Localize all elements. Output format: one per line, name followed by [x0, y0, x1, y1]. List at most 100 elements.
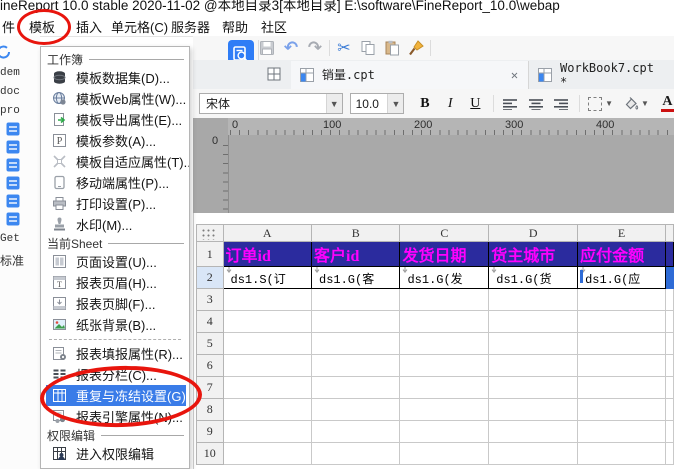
- empty-cell[interactable]: [222, 354, 313, 377]
- cell-a1[interactable]: 订单id: [222, 241, 313, 267]
- empty-cell[interactable]: [577, 376, 666, 399]
- redo-icon[interactable]: ↷: [305, 38, 325, 58]
- empty-cell[interactable]: [310, 376, 401, 399]
- empty-cell[interactable]: [399, 354, 490, 377]
- empty-cell[interactable]: [488, 420, 579, 443]
- cell-d1[interactable]: 货主城市: [488, 241, 579, 267]
- menu-item-export-attributes[interactable]: 模板导出属性(E)...: [41, 109, 189, 130]
- font-color-button[interactable]: A: [660, 95, 674, 112]
- empty-cell[interactable]: [488, 332, 579, 355]
- empty-cell[interactable]: [399, 288, 490, 311]
- empty-cell[interactable]: [488, 354, 579, 377]
- cpt-file-icon[interactable]: [6, 122, 20, 136]
- empty-cell[interactable]: [577, 420, 666, 443]
- cpt-file-icon[interactable]: [6, 140, 20, 154]
- underline-button[interactable]: U: [467, 94, 484, 113]
- cell-a2[interactable]: ds1.S(订: [222, 266, 313, 289]
- tree-item-partial[interactable]: dem: [0, 67, 20, 79]
- cell-e2[interactable]: ds1.G(应: [577, 266, 666, 289]
- tab-sales-cpt[interactable]: 销量.cpt ✕: [290, 60, 530, 89]
- empty-cell[interactable]: [222, 420, 313, 443]
- menu-item-web-attributes[interactable]: 模板Web属性(W)...: [41, 88, 189, 109]
- empty-cell[interactable]: [310, 420, 401, 443]
- empty-cell[interactable]: [222, 332, 313, 355]
- undo-icon[interactable]: ↶: [281, 38, 301, 58]
- menu-item-parameters[interactable]: P 模板参数(A)...: [41, 130, 189, 151]
- empty-cell[interactable]: [488, 288, 579, 311]
- align-left-icon[interactable]: [501, 94, 520, 114]
- cell-e1[interactable]: 应付金额: [577, 241, 666, 267]
- row-header-8[interactable]: 8: [196, 398, 224, 421]
- menu-item-report-header[interactable]: T 报表页眉(H)...: [41, 272, 189, 293]
- empty-cell[interactable]: [310, 354, 401, 377]
- row-header-5[interactable]: 5: [196, 332, 224, 355]
- menu-item-page-setup[interactable]: 页面设置(U)...: [41, 251, 189, 272]
- paste-icon[interactable]: [382, 38, 402, 58]
- cpt-file-icon[interactable]: [6, 176, 20, 190]
- cell-c2[interactable]: ds1.G(发: [399, 266, 490, 289]
- column-header-c[interactable]: C: [399, 224, 490, 242]
- empty-cell[interactable]: [399, 398, 490, 421]
- empty-cell[interactable]: [577, 398, 666, 421]
- menu-item-mobile-attributes[interactable]: 移动端属性(P)...: [41, 172, 189, 193]
- empty-cell[interactable]: [577, 310, 666, 333]
- cell-d2[interactable]: ds1.G(货: [488, 266, 579, 289]
- row-header-2[interactable]: 2: [196, 266, 224, 289]
- cell-b2[interactable]: ds1.G(客: [310, 266, 401, 289]
- cell-c1[interactable]: 发货日期: [399, 241, 490, 267]
- cpt-file-icon[interactable]: [6, 194, 20, 208]
- menu-item-adaptive-attributes[interactable]: 模板自适应属性(T)...: [41, 151, 189, 172]
- tree-item-partial[interactable]: 标准: [0, 252, 24, 269]
- empty-cell[interactable]: [222, 376, 313, 399]
- fill-color-button[interactable]: ▼: [623, 96, 649, 111]
- row-header-6[interactable]: 6: [196, 354, 224, 377]
- menu-item-server[interactable]: 服务器: [171, 17, 210, 36]
- font-family-select[interactable]: 宋体 ▼: [199, 93, 343, 114]
- empty-cell[interactable]: [399, 332, 490, 355]
- empty-cell[interactable]: [488, 310, 579, 333]
- empty-cell[interactable]: [310, 310, 401, 333]
- save-icon[interactable]: [257, 38, 277, 58]
- empty-cell[interactable]: [310, 442, 401, 465]
- menu-item-enter-permission-edit[interactable]: 进入权限编辑: [41, 443, 189, 464]
- menu-item-watermark[interactable]: 水印(M)...: [41, 214, 189, 235]
- column-header-d[interactable]: D: [488, 224, 579, 242]
- empty-cell[interactable]: [577, 288, 666, 311]
- empty-cell[interactable]: [399, 310, 490, 333]
- empty-cell[interactable]: [222, 442, 313, 465]
- italic-button[interactable]: I: [442, 94, 459, 113]
- menu-item-partial[interactable]: 件: [2, 17, 15, 36]
- column-header-b[interactable]: B: [310, 224, 401, 242]
- align-right-icon[interactable]: [551, 94, 570, 114]
- border-style-button[interactable]: ▼: [588, 96, 613, 111]
- empty-cell[interactable]: [222, 398, 313, 421]
- tree-item-partial[interactable]: Get: [0, 233, 20, 245]
- font-size-select[interactable]: 10.0 ▼: [349, 93, 405, 114]
- menu-item-paper-background[interactable]: 纸张背景(B)...: [41, 314, 189, 335]
- empty-cell[interactable]: [399, 420, 490, 443]
- empty-cell[interactable]: [577, 354, 666, 377]
- menu-item-cell[interactable]: 单元格(C): [111, 17, 168, 36]
- empty-cell[interactable]: [399, 442, 490, 465]
- row-header-3[interactable]: 3: [196, 288, 224, 311]
- tab-workbook7-cpt[interactable]: WorkBook7.cpt *: [529, 61, 674, 89]
- empty-cell[interactable]: [488, 398, 579, 421]
- row-header-10[interactable]: 10: [196, 442, 224, 465]
- align-center-icon[interactable]: [526, 94, 545, 114]
- refresh-icon[interactable]: [0, 44, 12, 60]
- tab-close-icon[interactable]: ✕: [507, 68, 522, 82]
- cpt-file-icon[interactable]: [6, 158, 20, 172]
- column-header-a[interactable]: A: [222, 224, 313, 242]
- empty-cell[interactable]: [310, 398, 401, 421]
- menu-item-print-settings[interactable]: 打印设置(P)...: [41, 193, 189, 214]
- menu-item-insert[interactable]: 插入: [76, 17, 102, 36]
- bold-button[interactable]: B: [416, 94, 433, 113]
- tree-item-partial[interactable]: pro: [0, 105, 20, 117]
- empty-cell[interactable]: [310, 288, 401, 311]
- empty-cell[interactable]: [399, 376, 490, 399]
- menu-item-dataset[interactable]: 模板数据集(D)...: [41, 67, 189, 88]
- row-header-4[interactable]: 4: [196, 310, 224, 333]
- row-header-1[interactable]: 1: [196, 241, 224, 267]
- row-header-9[interactable]: 9: [196, 420, 224, 443]
- menu-item-report-footer[interactable]: 报表页脚(F)...: [41, 293, 189, 314]
